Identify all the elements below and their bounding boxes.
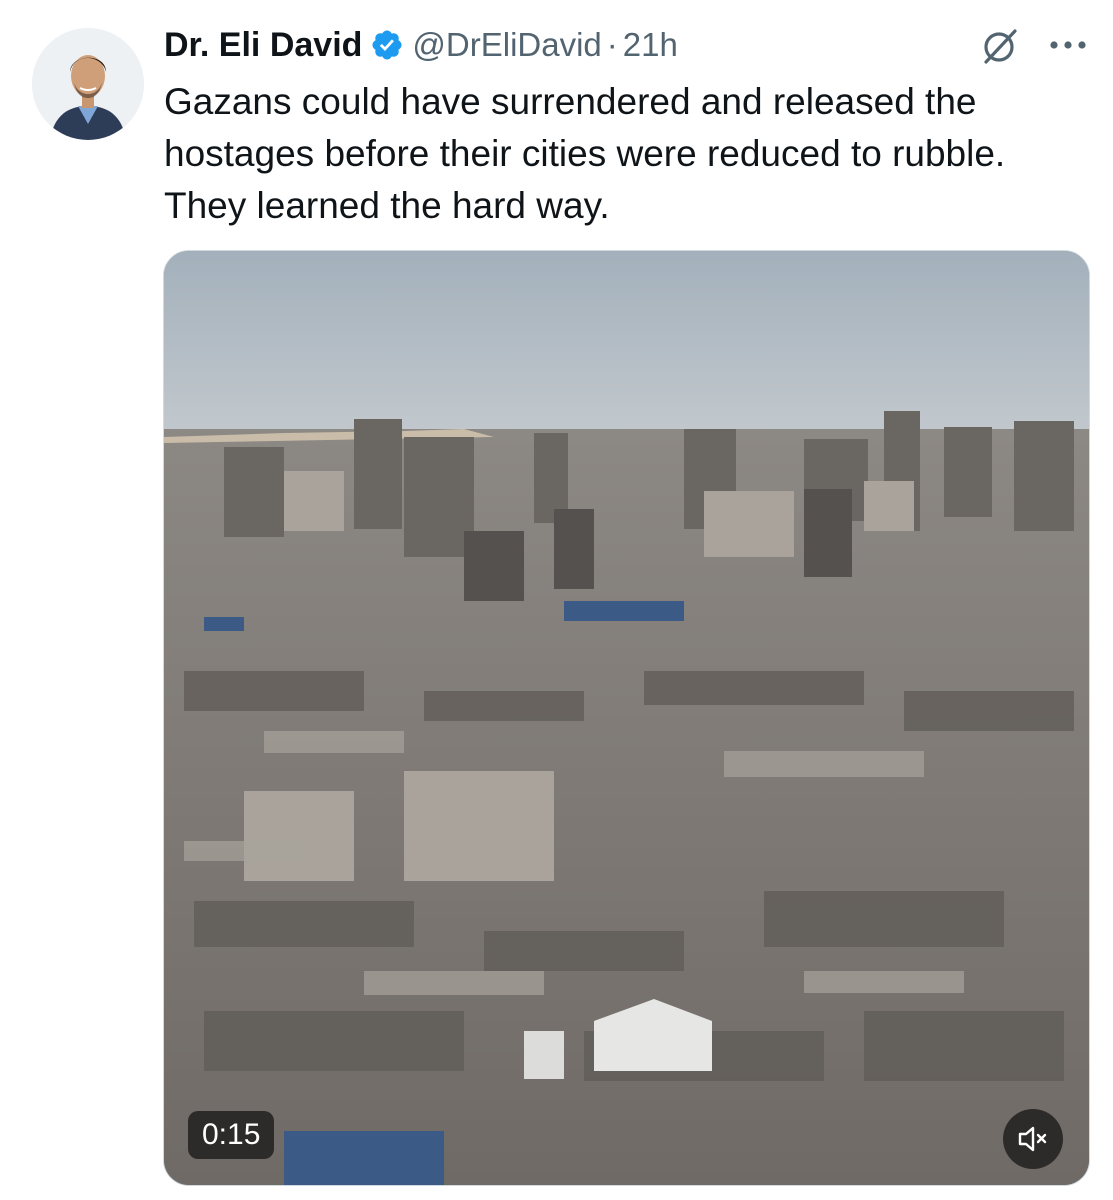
unmute-button[interactable] [1003,1109,1063,1169]
video-duration: 0:15 [188,1111,275,1159]
tweet[interactable]: Dr. Eli David @DrEliDavid · 21h Gazans c… [0,0,1113,1200]
tweet-header: Dr. Eli David @DrEliDavid · 21h [164,22,678,68]
video-player[interactable]: 0:15 [163,250,1090,1186]
display-name[interactable]: Dr. Eli David [164,26,362,65]
verified-badge-icon[interactable] [370,28,404,62]
more-icon[interactable] [1046,30,1090,60]
author-handle[interactable]: @DrEliDavid [412,26,601,64]
separator-dot: · [606,26,618,63]
avatar-image [32,28,144,140]
grok-icon[interactable] [980,26,1020,66]
video-thumbnail [164,251,1089,1185]
timestamp[interactable]: 21h [623,26,678,64]
volume-muted-icon [1018,1126,1047,1152]
tweet-text: Gazans could have surrendered and releas… [164,81,1006,226]
avatar[interactable] [32,28,144,140]
